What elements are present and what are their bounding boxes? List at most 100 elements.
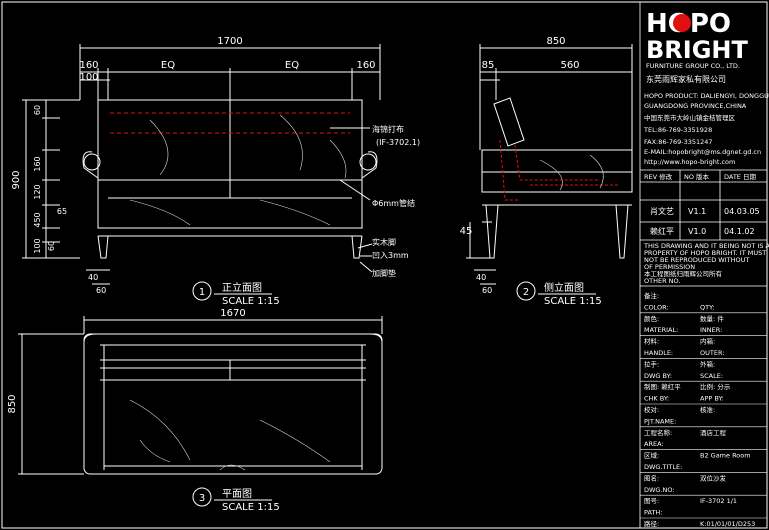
- title-block-value: 核准:: [700, 405, 715, 414]
- plan-dim-depth: 850: [7, 394, 18, 413]
- title-block-value: QTY:: [700, 303, 714, 311]
- dim-overall-width: 1700: [217, 36, 242, 47]
- side-hidden-frame: [499, 139, 520, 201]
- title-block-label: 拉手:: [644, 359, 659, 368]
- rev-cell: 赖红平: [650, 226, 674, 236]
- title-block-label: DWG.NO:: [644, 486, 675, 494]
- company-info-line: http://www.hopo-bright.com: [644, 158, 735, 166]
- title-block-rows: 备注: COLOR: QTY: 颜色: 数量: 件 MATERIAL: INNER: 材料: 内…: [640, 291, 767, 528]
- title-block-label: PATH:: [644, 509, 663, 517]
- fabric-pattern: [129, 114, 347, 226]
- title-block-label: 区域:: [644, 451, 659, 460]
- title-block-label: AREA:: [644, 440, 664, 448]
- logo-bright: BRIGHT: [646, 36, 748, 64]
- title-block-value: K:01/01/01/D253: [700, 520, 755, 528]
- title-block-label: 制图: 赖红平: [644, 382, 681, 391]
- rev-cell: 肖文艺: [650, 206, 674, 216]
- right-arm: [361, 151, 378, 228]
- callout-fabric: 海锦打布: [372, 124, 404, 134]
- title-block-value: B2 Game Room: [700, 452, 751, 460]
- company-info-line: GUANGDONG PROVINCE,CHINA: [644, 102, 747, 110]
- dim-left-6: 100: [33, 238, 42, 253]
- title-block-label: 工程名称:: [644, 428, 672, 437]
- side-dim-depth: 850: [546, 36, 565, 47]
- title-block-label: 备注:: [644, 291, 659, 300]
- title-block-value: 酒店工程: [700, 428, 727, 437]
- dim-arm-right: 160: [356, 60, 375, 71]
- company-info-line: FAX:86-769-3351247: [644, 138, 713, 146]
- dim-left-2: 160: [33, 156, 42, 171]
- logo-subtitle: FURNITURE GROUP CO., LTD.: [646, 62, 740, 70]
- title-block-label: DWG BY:: [644, 372, 672, 380]
- left-leg: [97, 235, 109, 259]
- dim-left-1: 60: [33, 105, 42, 115]
- plan-outline: [83, 333, 383, 475]
- title-block-label: 图名:: [644, 473, 659, 482]
- rev-cell: V1.1: [688, 207, 706, 216]
- callout-wood-leg: 实木脚: [372, 237, 396, 247]
- title-block-label: 校对:: [644, 405, 659, 414]
- title-block-value: 双位沙发: [700, 473, 727, 482]
- side-dim-bottom-1: 40: [476, 273, 486, 282]
- rev-header: DATE 日期: [724, 173, 756, 181]
- note-line: OTHER NO.: [644, 277, 680, 285]
- dim-left-7: 60: [47, 241, 56, 251]
- title-block-label: DWG.TITLE:: [644, 463, 682, 471]
- company-info-line: 中国东莞市大岭山镇金桔管理区: [644, 113, 736, 122]
- title-block-label: COLOR:: [644, 303, 669, 311]
- front-view-title: 正立面图: [222, 281, 262, 294]
- company-info-line: TEL:86-769-3351928: [643, 126, 712, 134]
- side-leg-back: [615, 204, 629, 259]
- title-block-value: INNER:: [700, 326, 722, 334]
- title-block-label: 材料:: [644, 337, 659, 346]
- title-block-value: 比例: 分示: [700, 382, 731, 391]
- company-info-line: E-MAIL:hopobright@ms.dgnet.gd.cn: [644, 148, 761, 156]
- title-block-value: 数量: 件: [700, 314, 724, 323]
- dim-eq-right: EQ: [285, 60, 299, 71]
- rev-cell: 04.1.02: [724, 227, 755, 236]
- title-block-value: 内箱:: [700, 337, 715, 346]
- plan-view-scale: SCALE 1:15: [222, 502, 280, 513]
- rev-cell: V1.0: [688, 227, 706, 236]
- title-block-label: 图号:: [644, 497, 659, 505]
- front-view-scale: SCALE 1:15: [222, 296, 280, 307]
- view-number-1: 1: [199, 287, 205, 298]
- side-dim-seat: 560: [560, 60, 579, 71]
- title-block-label: MATERIAL:: [644, 326, 678, 334]
- title-block-label: CHK BY:: [644, 395, 669, 403]
- plan-view: [18, 316, 383, 507]
- dim-left-3: 120: [33, 184, 42, 199]
- side-view-scale: SCALE 1:15: [544, 296, 602, 307]
- rev-header: REV 修改: [644, 172, 673, 181]
- dim-bottom-1: 40: [88, 273, 98, 282]
- title-block-value: OUTER:: [700, 349, 724, 357]
- title-block-value: SCALE:: [700, 372, 723, 380]
- side-dim-bottom-2: 60: [482, 286, 492, 295]
- callout-fabric-code: (IF-3702.1): [376, 138, 420, 147]
- left-arm: [82, 151, 99, 228]
- dim-bottom-2: 60: [96, 286, 106, 295]
- title-block-label: 颜色:: [644, 314, 659, 323]
- dim-eq-left: EQ: [161, 60, 175, 71]
- callout-recess: 凹入3mm: [372, 251, 409, 260]
- company-name-cn: 东莞雨辉家私有限公司: [646, 74, 726, 84]
- front-view: [22, 44, 381, 301]
- logo-red-dot: [673, 14, 691, 32]
- company-info-line: HOPO PRODUCT: DALIENGYI, DONGGUAN: [644, 92, 769, 100]
- rev-header: NO 版本: [684, 172, 710, 181]
- cad-drawing-canvas: 1700 EQ EQ 160 160 100 900 60 160 120 45…: [1, 1, 769, 529]
- title-block-value: IF-3702 1/1: [700, 497, 737, 505]
- plan-dim-width: 1670: [220, 308, 245, 319]
- side-back-cushion: [493, 97, 525, 147]
- view-number-3: 3: [199, 493, 205, 504]
- dim-left-4: 450: [33, 212, 42, 227]
- plan-view-title: 平面图: [222, 488, 252, 500]
- side-view-title: 侧立面图: [544, 281, 584, 294]
- side-dim-offset: 85: [482, 60, 495, 71]
- plan-fabric-pattern: [129, 399, 331, 471]
- dim-offset: 100: [79, 72, 98, 83]
- callout-tube: Φ6mm管结: [372, 198, 415, 208]
- title-block-text: HOPO BRIGHT FURNITURE GROUP CO., LTD. 东莞…: [643, 9, 769, 285]
- side-leg-front: [485, 204, 499, 259]
- view-number-2: 2: [523, 287, 529, 298]
